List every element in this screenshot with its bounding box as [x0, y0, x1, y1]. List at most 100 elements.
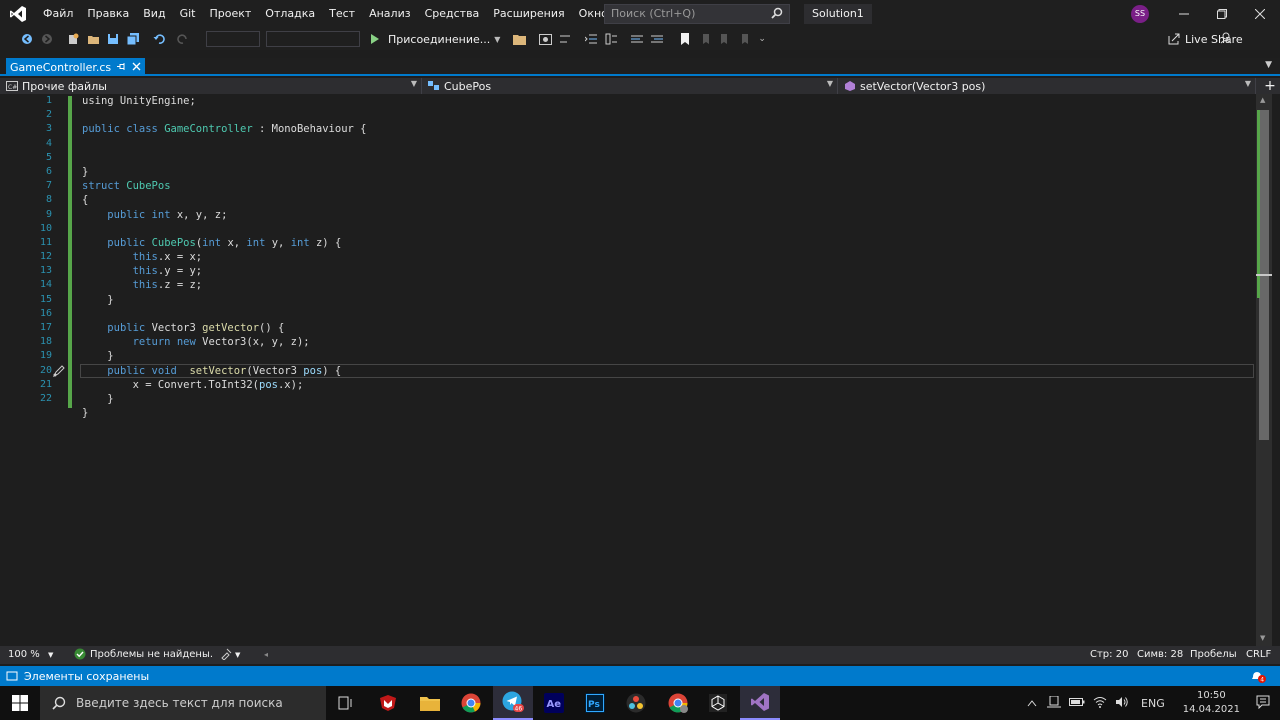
code-line[interactable]: this.y = y; [82, 264, 367, 278]
vertical-scrollbar[interactable]: ▲ ▼ [1256, 94, 1272, 646]
code-line[interactable]: struct CubePos [82, 179, 367, 193]
undo-icon[interactable] [150, 30, 168, 48]
redo-icon[interactable] [174, 30, 192, 48]
windows-start-button[interactable] [0, 686, 40, 720]
scroll-left-icon[interactable]: ◂ [264, 650, 268, 659]
folder-icon[interactable] [510, 30, 528, 48]
attach-dropdown-arrow[interactable]: ▼ [494, 35, 500, 44]
close-window-button[interactable] [1240, 0, 1280, 28]
close-tab-icon[interactable] [132, 61, 141, 74]
tab-list-dropdown-icon[interactable]: ▼ [1265, 60, 1272, 70]
back-icon[interactable] [18, 30, 36, 48]
code-line[interactable]: } [82, 349, 367, 363]
code-line[interactable]: } [82, 165, 367, 179]
new-project-icon[interactable] [64, 30, 82, 48]
file-explorer-icon[interactable] [410, 686, 450, 720]
configuration-dropdown[interactable] [206, 31, 260, 47]
tab-game-controller[interactable]: GameController.cs [6, 58, 146, 76]
zoom-dropdown-icon[interactable]: ▼ [48, 651, 53, 659]
menu-item[interactable]: Средства [418, 0, 487, 28]
clear-bookmarks-icon[interactable] [736, 30, 754, 48]
member-dropdown[interactable]: setVector(Vector3 pos) ▼ [838, 78, 1256, 94]
toolbar-overflow-icon[interactable]: ⌄ [758, 34, 766, 44]
taskbar-search-box[interactable]: Введите здесь текст для поиска [40, 686, 326, 720]
screenshot-icon[interactable] [536, 30, 554, 48]
code-line[interactable] [82, 222, 367, 236]
code-line[interactable]: } [82, 392, 367, 406]
avatar[interactable]: SS [1131, 5, 1149, 23]
scroll-up-icon[interactable]: ▲ [1260, 96, 1265, 104]
code-line[interactable]: public int x, y, z; [82, 208, 367, 222]
code-line[interactable]: { [82, 193, 367, 207]
save-all-icon[interactable] [124, 30, 142, 48]
type-dropdown[interactable]: CubePos ▼ [422, 78, 838, 94]
quick-actions-icon[interactable] [52, 364, 66, 381]
zoom-level[interactable]: 100 % [8, 649, 40, 660]
menu-item[interactable]: Файл [36, 0, 80, 28]
prev-bookmark-icon[interactable] [696, 30, 714, 48]
code-cleanup-dropdown-icon[interactable]: ▼ [235, 651, 240, 659]
code-line[interactable]: using UnityEngine; [82, 94, 367, 108]
language-indicator[interactable]: ENG [1141, 697, 1165, 710]
photoshop-icon[interactable]: Ps [575, 686, 615, 720]
code-line[interactable]: return new Vector3(x, y, z); [82, 335, 367, 349]
code-line[interactable]: public class GameController : MonoBehavi… [82, 122, 367, 136]
volume-icon[interactable] [1115, 696, 1129, 711]
indent-icon[interactable] [582, 30, 600, 48]
unity-icon[interactable] [698, 686, 738, 720]
mcafee-icon[interactable] [368, 686, 408, 720]
code-line[interactable]: public Vector3 getVector() { [82, 321, 367, 335]
search-input[interactable]: Поиск (Ctrl+Q) [604, 4, 790, 24]
uncomment-icon[interactable] [648, 30, 666, 48]
telegram-icon[interactable]: 46 [493, 686, 533, 720]
code-line[interactable]: this.x = x; [82, 250, 367, 264]
column-indicator[interactable]: Симв: 28 [1137, 649, 1183, 660]
show-hidden-icons[interactable] [1027, 697, 1037, 710]
attach-button[interactable]: Присоединение... [388, 33, 490, 46]
start-debug-icon[interactable] [366, 30, 384, 48]
scroll-down-icon[interactable]: ▼ [1260, 634, 1265, 642]
code-editor[interactable]: 1 2 3 4 5 6 7 8 9 10 11 12 13 14 15 16 17 18 19 20 21 22 usin… [0, 94, 1256, 646]
menu-item[interactable]: Вид [136, 0, 172, 28]
code-line[interactable]: public void setVector(Vector3 pos) { [82, 364, 367, 378]
code-text[interactable]: using UnityEngine; public class GameContr… [82, 94, 367, 420]
code-line[interactable] [82, 108, 367, 122]
comment-icon[interactable] [628, 30, 646, 48]
visual-studio-logo-icon[interactable] [0, 0, 36, 28]
code-line[interactable]: public CubePos(int x, int y, int z) { [82, 236, 367, 250]
wifi-icon[interactable] [1093, 696, 1107, 711]
visual-studio-taskbar-icon[interactable] [740, 686, 780, 720]
menu-item[interactable]: Анализ [362, 0, 418, 28]
battery-icon[interactable] [1069, 697, 1085, 710]
menu-item[interactable]: Git [173, 0, 203, 28]
menu-item[interactable]: Тест [322, 0, 362, 28]
code-line[interactable]: } [82, 293, 367, 307]
davinci-resolve-icon[interactable] [616, 686, 656, 720]
code-line[interactable]: } [82, 406, 367, 420]
code-line[interactable] [82, 137, 367, 151]
split-editor-icon[interactable]: + [1260, 78, 1280, 94]
maximize-button[interactable] [1202, 0, 1242, 28]
code-cleanup-icon[interactable] [220, 648, 232, 663]
outdent-icon[interactable] [602, 30, 620, 48]
pin-icon[interactable] [117, 61, 126, 74]
menu-item[interactable]: Правка [80, 0, 136, 28]
notifications-icon[interactable]: 4 [1250, 669, 1266, 686]
open-folder-icon[interactable] [84, 30, 102, 48]
code-line[interactable]: x = Convert.ToInt32(pos.x); [82, 378, 367, 392]
platform-dropdown[interactable] [266, 31, 360, 47]
chrome-icon[interactable] [451, 686, 491, 720]
align-icon[interactable] [556, 30, 574, 48]
problems-status[interactable]: Проблемы не найдены. [90, 649, 213, 660]
whitespace-indicator[interactable]: Пробелы [1190, 649, 1237, 660]
task-view-icon[interactable] [326, 686, 366, 720]
bookmark-icon[interactable] [676, 30, 694, 48]
clock[interactable]: 10:50 14.04.2021 [1183, 689, 1240, 717]
project-dropdown[interactable]: C# Прочие файлы ▼ [0, 78, 422, 94]
after-effects-icon[interactable]: Ae [534, 686, 574, 720]
save-icon[interactable] [104, 30, 122, 48]
chrome-profile-icon[interactable] [658, 686, 698, 720]
feedback-icon[interactable] [1220, 31, 1233, 47]
line-indicator[interactable]: Стр: 20 [1090, 649, 1128, 660]
menu-item[interactable]: Проект [202, 0, 258, 28]
